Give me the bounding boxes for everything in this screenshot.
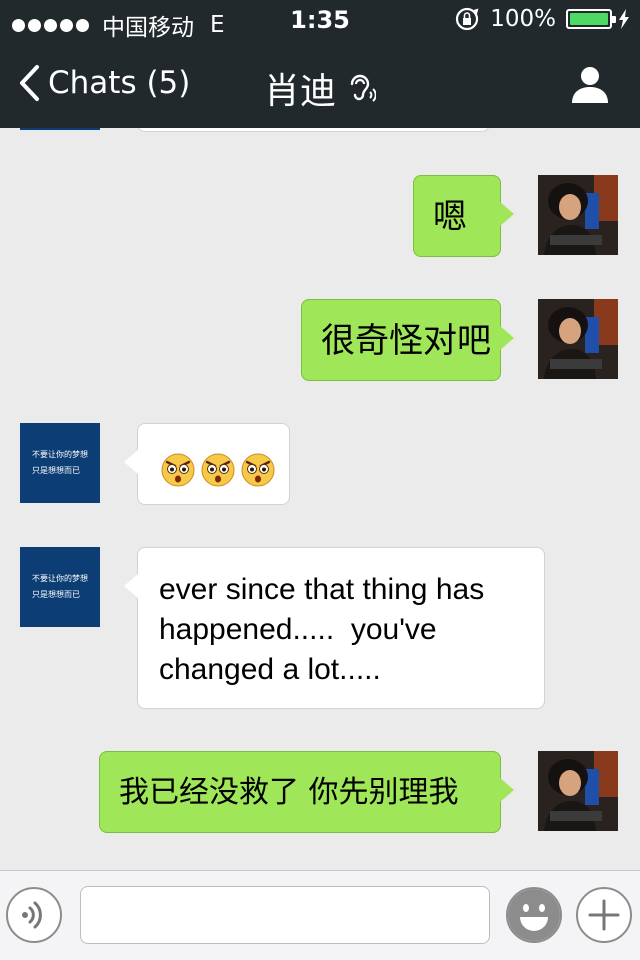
status-right: 100% (454, 6, 630, 32)
header: 中国移动 E 1:35 100% Chats (5) 肖迪 (0, 0, 640, 128)
friend-avatar[interactable]: 不要让你的梦想 只是想想而已 (20, 547, 100, 627)
plus-button[interactable] (576, 887, 632, 943)
self-avatar[interactable] (538, 751, 618, 831)
ear-icon (350, 74, 376, 102)
nav-bar: Chats (5) 肖迪 (0, 40, 640, 128)
plus-icon (588, 899, 620, 931)
message-bubble-outgoing[interactable]: 我已经没救了 你先别理我 (99, 751, 514, 833)
self-avatar[interactable] (538, 299, 618, 379)
status-bar: 中国移动 E 1:35 100% (0, 0, 640, 41)
person-photo-icon (538, 751, 618, 831)
avatar-text-line: 只是想想而已 (32, 590, 80, 599)
angry-face-icon (201, 453, 235, 486)
message-bubble-incoming[interactable] (124, 423, 290, 505)
emoji-button[interactable] (506, 887, 562, 943)
message-text-line: ever since that thing has (159, 573, 485, 606)
avatar-text-line: 只是想想而已 (32, 466, 80, 475)
message-text: 嗯 (433, 197, 467, 237)
message-input[interactable] (80, 886, 490, 944)
message-text-line: changed a lot..... (159, 653, 381, 686)
avatar-text-line: 不要让你的梦想 (32, 450, 88, 459)
message-bubble-incoming[interactable]: ever since that thing has happened..... … (124, 547, 545, 709)
battery-icon (566, 9, 616, 29)
friend-avatar[interactable]: 不要让你的梦想 只是想想而已 (20, 423, 100, 503)
message-text: 我已经没救了 你先别理我 (119, 775, 459, 810)
message-text-line: happened..... you've (159, 613, 437, 646)
angry-face-icon (241, 453, 275, 486)
self-avatar[interactable] (538, 175, 618, 255)
chat-title: 肖迪 (0, 62, 640, 114)
avatar-text-line: 不要让你的梦想 (32, 574, 88, 583)
message-bubble-outgoing[interactable]: 很奇怪对吧 (301, 299, 514, 381)
message-text: 很奇怪对吧 (321, 321, 491, 361)
profile-icon[interactable] (570, 64, 610, 104)
emoji-icon (508, 889, 560, 941)
message-bubble-outgoing[interactable]: 嗯 (413, 175, 514, 257)
charging-icon (619, 9, 629, 29)
voice-button[interactable] (6, 887, 62, 943)
contact-name: 肖迪 (263, 71, 336, 112)
battery-nub (612, 16, 616, 23)
battery-percent: 100% (490, 6, 556, 32)
person-photo-icon (538, 299, 618, 379)
battery-fill (570, 13, 608, 25)
rotation-lock-icon (456, 7, 479, 31)
person-photo-icon (538, 175, 618, 255)
angry-face-icon (161, 453, 195, 486)
input-bar (0, 870, 640, 960)
voice-icon (22, 901, 42, 929)
